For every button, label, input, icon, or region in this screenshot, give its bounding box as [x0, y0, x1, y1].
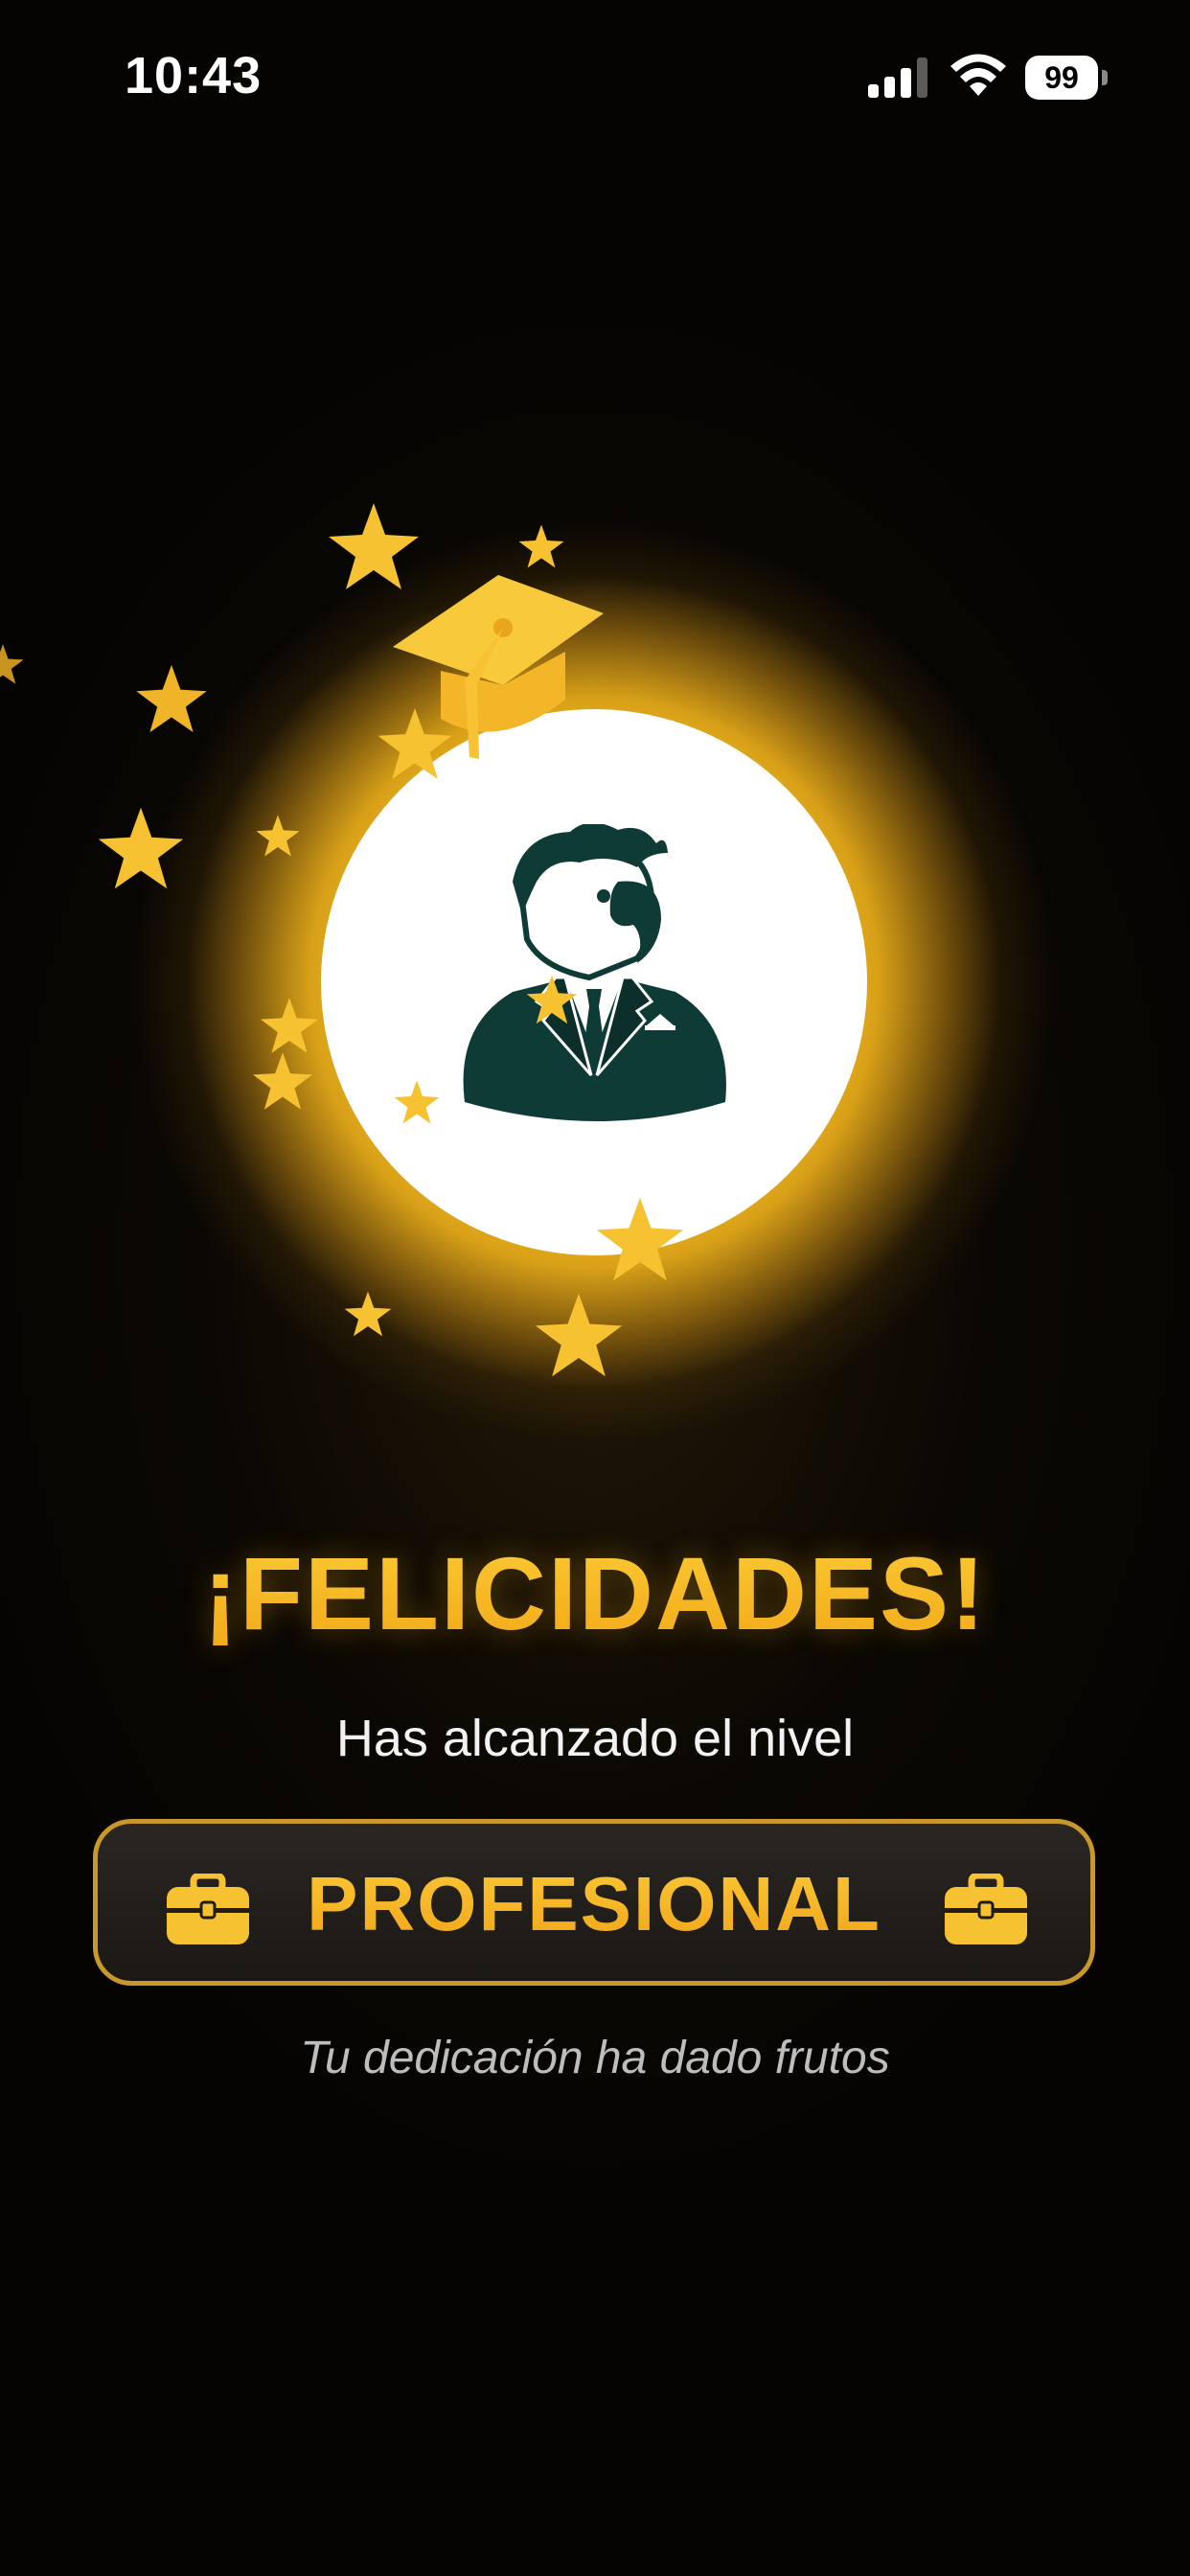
- wifi-icon: [950, 54, 1006, 98]
- star-icon: [594, 1193, 686, 1285]
- star-icon: [96, 803, 186, 893]
- star-icon: [326, 498, 422, 594]
- tagline: Tu dedicación ha dado frutos: [300, 2033, 890, 2083]
- parrot-mascot-avatar: [455, 822, 733, 1131]
- level-reached-subtitle: Has alcanzado el nivel: [335, 1710, 855, 1767]
- star-icon: [251, 1049, 314, 1113]
- status-bar: 10:43 99: [0, 0, 1190, 153]
- cellular-signal-icon: [868, 58, 929, 98]
- star-icon: [517, 522, 565, 570]
- star-icon: [343, 1289, 393, 1339]
- star-icon: [255, 813, 301, 859]
- star-icon: [376, 704, 454, 783]
- star-icon: [0, 642, 25, 686]
- congratulations-headline: ¡FELICIDADES!: [0, 1533, 1190, 1653]
- star-icon: [259, 995, 320, 1056]
- level-badge-card: PROFESIONAL: [93, 1819, 1095, 1986]
- star-icon: [134, 661, 209, 736]
- star-icon: [525, 973, 579, 1026]
- briefcase-icon: [943, 1872, 1029, 1946]
- battery-icon: 99: [1025, 56, 1108, 100]
- battery-percentage: 99: [1044, 60, 1079, 95]
- status-time: 10:43: [125, 47, 263, 104]
- star-icon: [533, 1289, 625, 1381]
- level-name: PROFESIONAL: [98, 1860, 1090, 1948]
- star-icon: [393, 1078, 441, 1126]
